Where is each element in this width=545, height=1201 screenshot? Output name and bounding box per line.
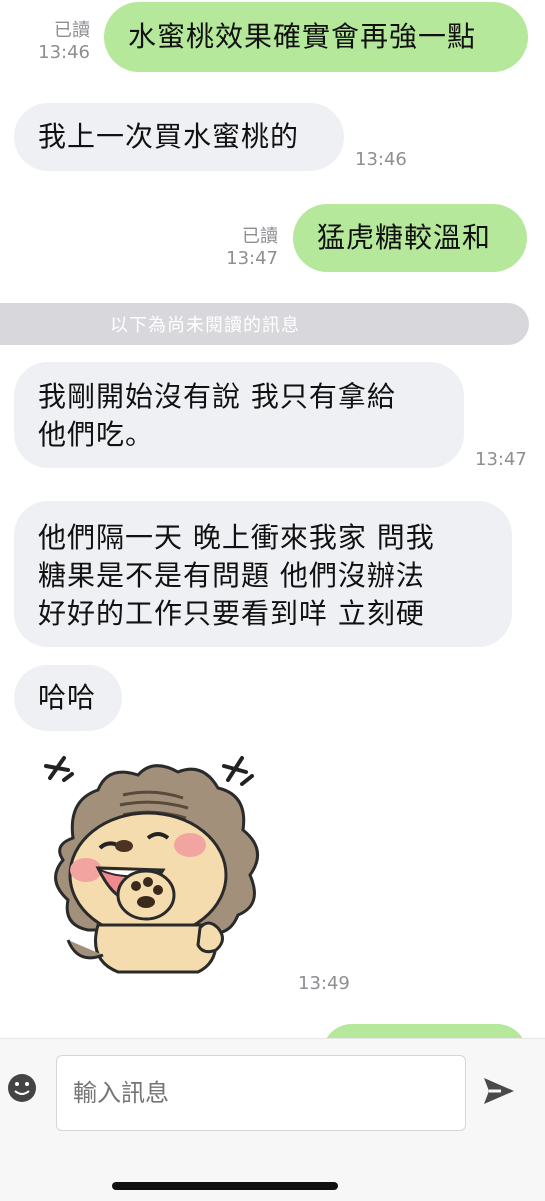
lion-laughing-sticker[interactable]: [28, 750, 278, 990]
read-receipt: 已讀 13:46: [38, 20, 90, 63]
message-time: 13:46: [355, 149, 407, 170]
send-icon[interactable]: [481, 1074, 517, 1108]
message-bubble-incoming[interactable]: 哈哈: [14, 665, 122, 731]
unread-divider-label: 以下為尚未閱讀的訊息: [110, 315, 300, 336]
message-bubble-incoming[interactable]: 我剛開始沒有說 我只有拿給 他們吃。: [14, 362, 464, 468]
read-receipt: 已讀 13:47: [226, 226, 278, 269]
message-bubble-outgoing[interactable]: 水蜜桃效果確實會再強一點: [104, 2, 528, 72]
message-input[interactable]: [56, 1055, 466, 1131]
home-indicator: [112, 1182, 338, 1190]
message-bubble-outgoing[interactable]: 猛虎糖較溫和: [293, 204, 527, 272]
message-time: 13:47: [475, 449, 527, 470]
unread-divider: 以下為尚未閱讀的訊息: [0, 303, 529, 345]
message-time: 13:49: [298, 973, 350, 994]
message-bubble-incoming[interactable]: 我上一次買水蜜桃的: [14, 103, 344, 171]
emoji-icon[interactable]: [6, 1072, 38, 1104]
message-bubble-incoming[interactable]: 他們隔一天 晚上衝來我家 問我 糖果是不是有問題 他們沒辦法 好好的工作只要看到…: [14, 501, 512, 647]
